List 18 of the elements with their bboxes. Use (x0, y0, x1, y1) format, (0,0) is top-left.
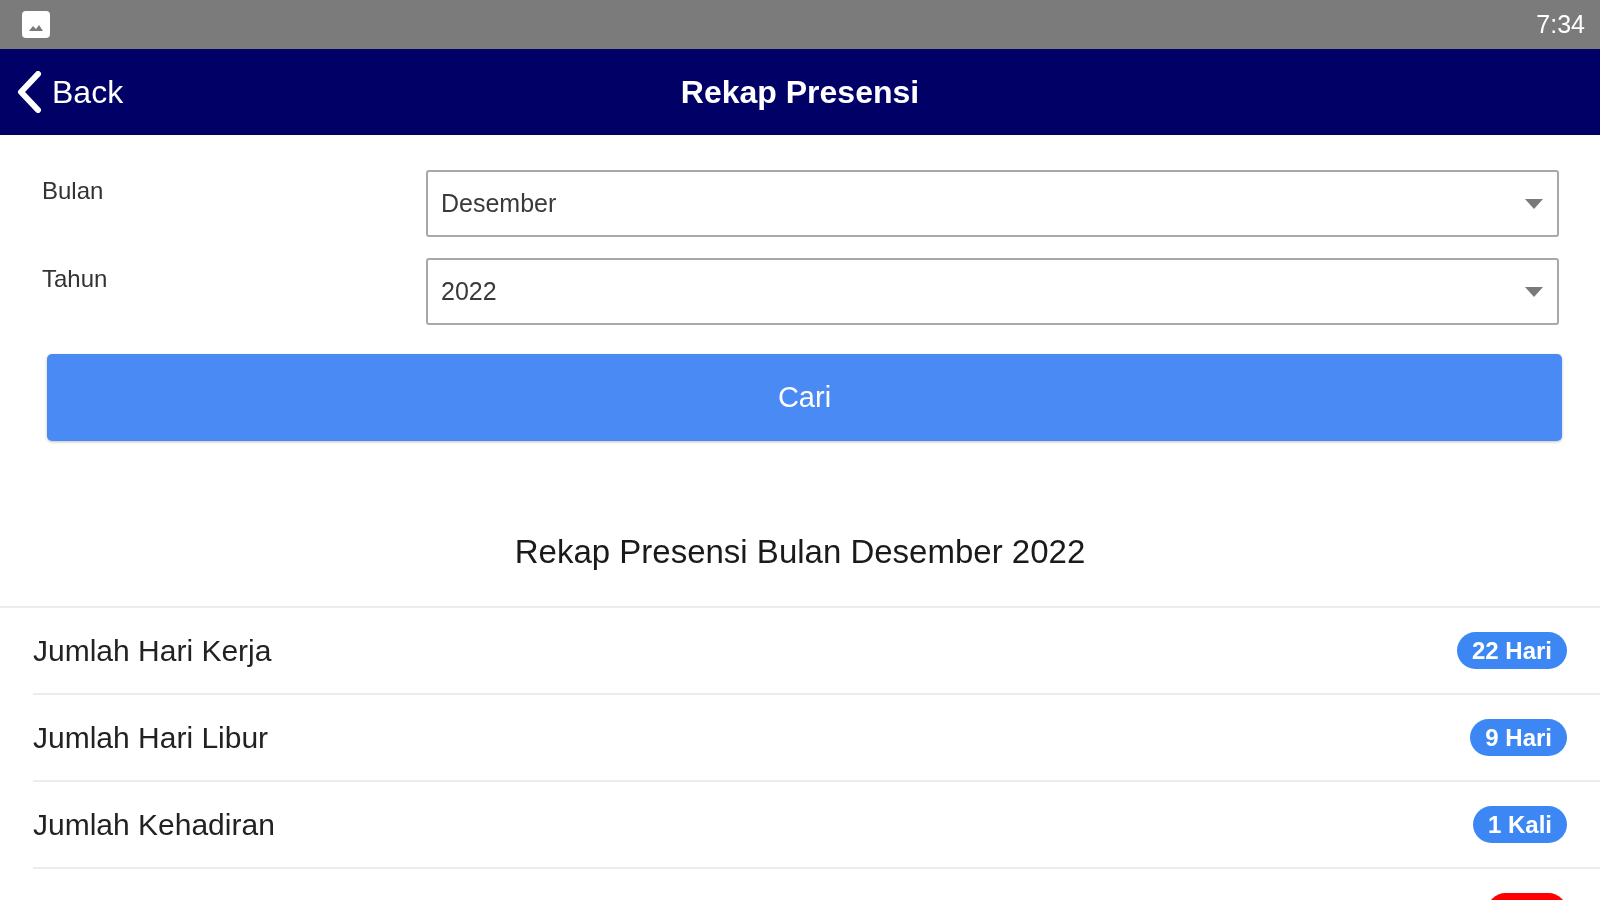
status-time: 7:34 (1536, 10, 1585, 39)
caret-icon (1525, 198, 1543, 209)
image-icon (22, 11, 50, 38)
row-label: Jumlah Hari Libur (33, 720, 269, 755)
back-button[interactable]: Back (0, 71, 124, 113)
caret-icon (1525, 286, 1543, 297)
page-title: Rekap Presensi (680, 73, 920, 111)
dropdown-field[interactable]: 2022 (426, 258, 1559, 325)
summary-heading: Rekap Presensi Bulan Desember 2022 (513, 532, 1087, 572)
count-badge: 22 Hari (1456, 632, 1567, 669)
dropdown-field[interactable]: Desember (426, 170, 1559, 237)
row-label: Jumlah Kehadiran (33, 807, 275, 842)
count-badge: 1 Kali (1472, 806, 1567, 843)
chevron-left-icon (16, 71, 42, 113)
field-label: Tahun (42, 264, 109, 292)
field-label: Bulan (42, 176, 105, 204)
count-badge: 9 Hari (1470, 719, 1567, 756)
row-label: Jumlah Hari Kerja (33, 633, 272, 668)
